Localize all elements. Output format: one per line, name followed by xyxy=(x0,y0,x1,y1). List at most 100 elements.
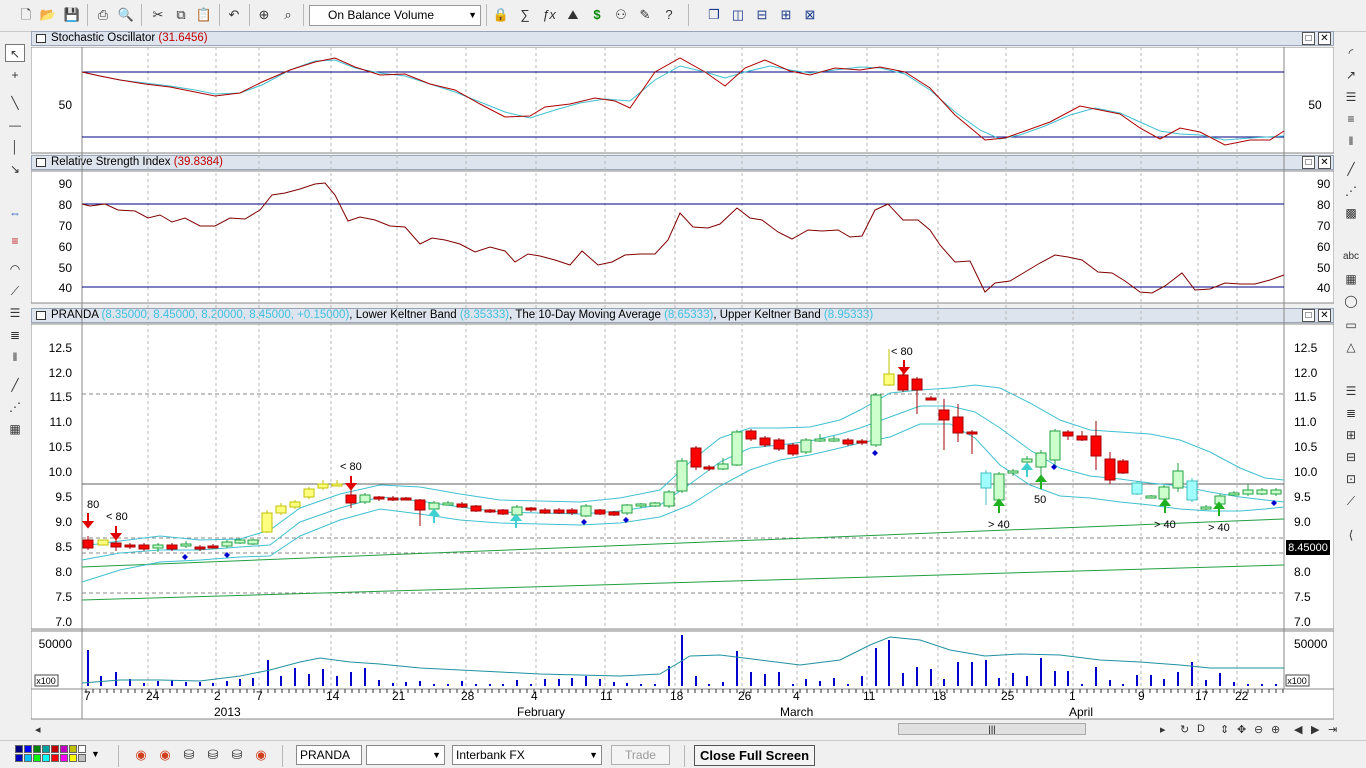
browser-icon[interactable]: ◉ xyxy=(251,745,271,765)
daily-interval-icon[interactable]: D xyxy=(1197,723,1205,735)
zoom-icon[interactable]: ⌕ xyxy=(278,5,298,25)
close-full-screen-button[interactable]: Close Full Screen xyxy=(694,745,815,766)
feed-select[interactable]: Interbank FX ▼ xyxy=(452,745,602,765)
error-channel-tool-icon[interactable]: ⟋ xyxy=(1341,492,1361,510)
line-tool-icon[interactable]: ╱ xyxy=(5,376,25,394)
grid-tool-icon[interactable]: ▦ xyxy=(5,420,25,438)
color-swatch[interactable] xyxy=(60,745,68,753)
fit-icon[interactable]: ⇕ xyxy=(1220,723,1229,736)
crosshair-icon[interactable]: ⊕ xyxy=(254,5,274,25)
vertical-line-tool-icon[interactable]: │ xyxy=(5,138,25,156)
color-swatch[interactable] xyxy=(78,745,86,753)
fx-icon[interactable]: ƒx xyxy=(539,5,559,25)
crosshair-tool-icon[interactable]: + xyxy=(5,66,25,84)
refresh-icon[interactable]: ↻ xyxy=(1180,723,1189,736)
color-swatch[interactable] xyxy=(33,754,41,762)
ray-tool-icon[interactable]: ↘ xyxy=(5,160,25,178)
color-swatch[interactable] xyxy=(69,745,77,753)
color-palette[interactable]: ▼ xyxy=(15,745,100,765)
fibonacci-tool-icon[interactable]: ☰ xyxy=(5,304,25,322)
end-icon[interactable]: ⇥ xyxy=(1328,723,1337,736)
dollar-icon[interactable]: $ xyxy=(587,5,607,25)
color-swatch[interactable] xyxy=(69,754,77,762)
triangle-tool-icon[interactable]: △ xyxy=(1341,338,1361,356)
edit-icon[interactable]: ✎ xyxy=(635,5,655,25)
paste-icon[interactable]: 📋 xyxy=(194,5,214,25)
color-swatch[interactable] xyxy=(42,754,50,762)
network-icon[interactable]: ⛁ xyxy=(227,745,247,765)
retracement-tool-icon[interactable]: ≣ xyxy=(5,326,25,344)
window-cascade-icon[interactable]: ❐ xyxy=(704,5,724,25)
ellipse-tool-icon[interactable]: ◯ xyxy=(1341,292,1361,310)
symbol-input[interactable]: PRANDA xyxy=(296,745,362,765)
scroll-left-icon[interactable]: ◂ xyxy=(35,723,41,736)
save-icon[interactable]: 💾 xyxy=(62,5,82,25)
regression-tool-icon[interactable]: ≡ xyxy=(5,232,25,250)
color-swatch[interactable] xyxy=(15,754,23,762)
time-cycle-tool-icon[interactable]: ‖ xyxy=(1341,132,1361,150)
channel-tool-icon[interactable]: ⇔ xyxy=(5,204,25,222)
gann-grid-tool-icon[interactable]: ▩ xyxy=(1341,204,1361,222)
print-preview-icon[interactable]: 🔍 xyxy=(116,5,136,25)
indicator-select[interactable]: On Balance Volume ▼ xyxy=(309,5,481,26)
fan-tool-icon[interactable]: ⟋ xyxy=(5,282,25,300)
fibo-arc-tool-icon[interactable]: ☰ xyxy=(1341,88,1361,106)
color-swatch[interactable] xyxy=(78,754,86,762)
table-tool-icon[interactable]: ▦ xyxy=(1341,270,1361,288)
speed-lines-tool-icon[interactable]: ☰ xyxy=(1341,382,1361,400)
period-select[interactable]: ▼ xyxy=(366,745,445,765)
network-icon[interactable]: ⛁ xyxy=(203,745,223,765)
quadrant-tool-icon[interactable]: ⊞ xyxy=(1341,426,1361,444)
gann-line-tool-icon[interactable]: ⋰ xyxy=(1341,182,1361,200)
gann-fan-tool-icon[interactable]: ⋰ xyxy=(5,398,25,416)
function-icon[interactable]: ∑ xyxy=(515,5,535,25)
rectangle-tool-icon[interactable]: ▭ xyxy=(1341,316,1361,334)
lock-icon[interactable]: 🔒 xyxy=(491,5,511,25)
maximize-icon[interactable]: □ xyxy=(1302,32,1315,45)
pitchfork-tool-icon[interactable]: ╱ xyxy=(1341,160,1361,178)
chart-canvas[interactable]: 50 50 90 80 70 60 50 40 90 80 70 60 50 4… xyxy=(31,47,1334,723)
zoom-in-icon[interactable]: ⊕ xyxy=(1271,723,1280,736)
curve-tool-icon[interactable]: ⟨ xyxy=(1341,526,1361,544)
color-swatch[interactable] xyxy=(24,754,32,762)
window-tile-vertical-icon[interactable]: ◫ xyxy=(728,5,748,25)
cut-icon[interactable]: ✂ xyxy=(148,5,168,25)
arc-tool-icon[interactable]: ◠ xyxy=(5,260,25,278)
cycle-tool-icon[interactable]: ◜ xyxy=(1341,44,1361,62)
color-swatch[interactable] xyxy=(51,745,59,753)
color-swatch[interactable] xyxy=(60,754,68,762)
prev-icon[interactable]: ◀ xyxy=(1294,723,1302,736)
copy-icon[interactable]: ⧉ xyxy=(171,5,191,25)
fibo-fan-tool-icon[interactable]: ≡ xyxy=(1341,110,1361,128)
window-tile-horizontal-icon[interactable]: ⊟ xyxy=(752,5,772,25)
text-tool-icon[interactable]: abc xyxy=(1341,248,1361,266)
chart-icon[interactable]: ⛰ xyxy=(563,5,583,25)
chevron-down-icon[interactable]: ▼ xyxy=(91,749,100,759)
help-icon[interactable]: ? xyxy=(659,5,679,25)
color-swatch[interactable] xyxy=(15,745,23,753)
pointer-icon[interactable]: ↖ xyxy=(5,44,25,62)
binoculars-icon[interactable]: ⚇ xyxy=(611,5,631,25)
trendline-tool-icon[interactable]: ╲ xyxy=(5,94,25,112)
arrow-tool-icon[interactable]: ↗ xyxy=(1341,66,1361,84)
tirone-tool-icon[interactable]: ⊟ xyxy=(1341,448,1361,466)
color-swatch[interactable] xyxy=(42,745,50,753)
undo-icon[interactable]: ↶ xyxy=(224,5,244,25)
window-grid-icon[interactable]: ⊞ xyxy=(776,5,796,25)
horizontal-line-tool-icon[interactable]: — xyxy=(5,116,25,134)
raff-channel-tool-icon[interactable]: ⊡ xyxy=(1341,470,1361,488)
open-icon[interactable]: 📂 xyxy=(38,5,58,25)
scroll-right-icon[interactable]: ▸ xyxy=(1160,723,1166,736)
trade-button[interactable]: Trade xyxy=(611,745,670,765)
network-icon[interactable]: ⛁ xyxy=(179,745,199,765)
browser-icon[interactable]: ◉ xyxy=(131,745,151,765)
color-swatch[interactable] xyxy=(24,745,32,753)
zoom-out-icon[interactable]: ⊖ xyxy=(1254,723,1263,736)
next-icon[interactable]: ▶ xyxy=(1311,723,1319,736)
andrews-tool-icon[interactable]: ≣ xyxy=(1341,404,1361,422)
window-arrange-icon[interactable]: ⊠ xyxy=(800,5,820,25)
print-icon[interactable]: ⎙ xyxy=(93,5,113,25)
new-icon[interactable]: 🗋 xyxy=(16,5,36,25)
browser-icon[interactable]: ◉ xyxy=(155,745,175,765)
move-icon[interactable]: ✥ xyxy=(1237,723,1246,736)
